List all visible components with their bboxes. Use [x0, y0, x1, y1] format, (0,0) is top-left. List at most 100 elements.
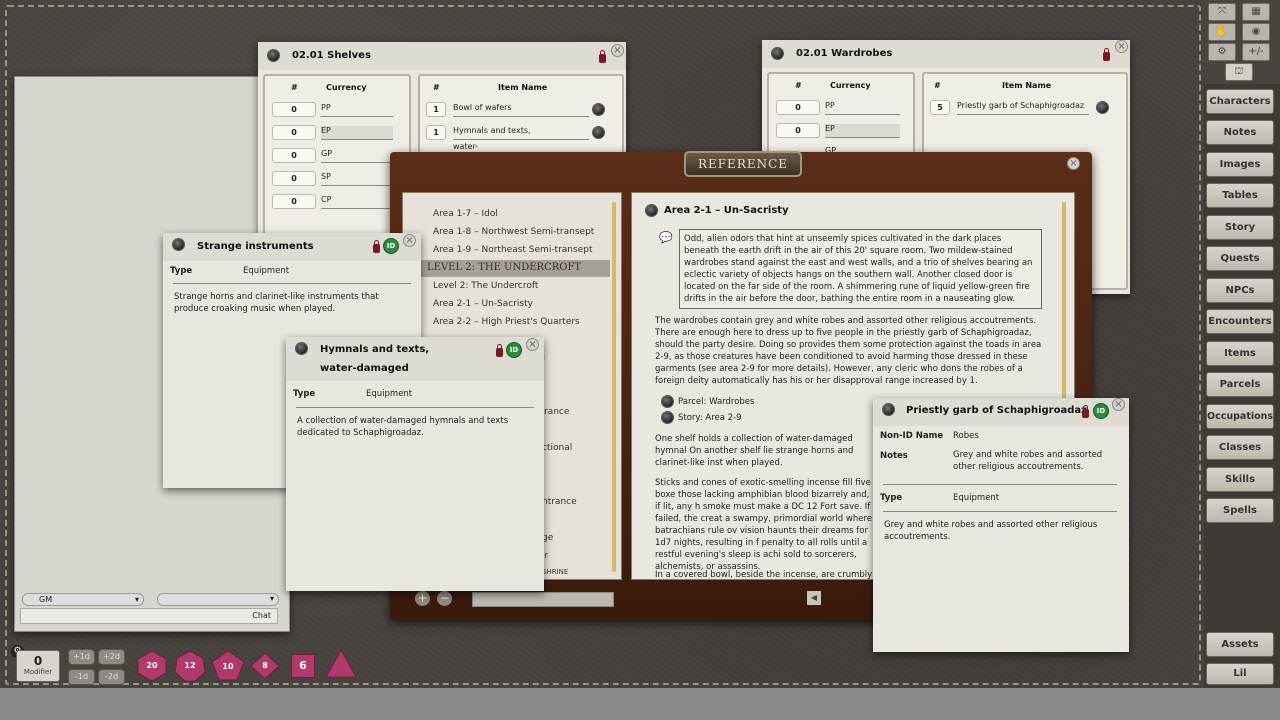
lock-icon[interactable] [1082, 405, 1089, 418]
currency-qty[interactable]: 0 [272, 148, 316, 163]
close-icon[interactable]: × [403, 234, 416, 247]
currency-name[interactable]: EP [825, 124, 900, 138]
chat-send-label[interactable]: Chat [252, 611, 271, 620]
currency-qty[interactable]: 0 [272, 125, 316, 140]
sidebar-items[interactable]: Items [1206, 341, 1274, 366]
content-scrollbar[interactable] [1062, 202, 1066, 402]
index-item[interactable]: Area 2-1 – Un-Sacristy [433, 299, 533, 309]
add-2d-button[interactable]: +2d [98, 649, 125, 665]
window-menu-icon[interactable] [268, 50, 279, 61]
sidebar-story[interactable]: Story [1206, 215, 1274, 240]
link-icon[interactable] [662, 412, 673, 423]
item-qty[interactable]: 1 [426, 102, 446, 117]
page-back-icon[interactable]: ◀ [807, 591, 821, 605]
sidebar-skills[interactable]: Skills [1206, 467, 1274, 492]
window-menu-icon[interactable] [296, 343, 307, 354]
d20-icon[interactable]: 20 [136, 650, 168, 682]
link-icon[interactable] [646, 205, 657, 216]
item-link-icon[interactable] [593, 104, 604, 115]
currency-name[interactable]: PP [321, 103, 393, 117]
sidebar-characters[interactable]: Characters [1206, 89, 1274, 114]
index-section-header[interactable]: LEVEL 2: THE UNDERCROFT [420, 260, 610, 277]
chat-input[interactable]: Chat [20, 608, 278, 624]
reference-title-plate[interactable]: REFERENCE [684, 151, 802, 177]
index-item[interactable]: Area 1-8 – Northwest Semi-transept [433, 227, 594, 237]
sidebar-classes[interactable]: Classes [1206, 435, 1274, 460]
sidebar-occupations[interactable]: Occupations [1206, 404, 1274, 429]
story-link[interactable]: Story: Area 2-9 [678, 412, 742, 424]
index-item[interactable]: Area 1-9 – Northeast Semi-transept [433, 245, 592, 255]
lock-icon[interactable] [599, 50, 606, 63]
sidebar-quests[interactable]: Quests [1206, 246, 1274, 271]
close-icon[interactable]: × [1067, 157, 1080, 170]
sidebar-library[interactable]: Lil [1206, 663, 1274, 685]
close-icon[interactable]: × [1112, 398, 1125, 411]
item-name[interactable]: Bowl of wafers [453, 103, 589, 117]
d4-icon[interactable] [325, 648, 357, 679]
index-scrollbar[interactable] [612, 202, 616, 572]
minus-2d-button[interactable]: -2d [98, 669, 125, 685]
gear-icon[interactable]: ⚙ [1208, 43, 1236, 61]
lock-icon[interactable] [496, 344, 503, 357]
notes-value[interactable]: Grey and white robes and assorted other … [953, 449, 1113, 473]
sidebar-npcs[interactable]: NPCs [1206, 278, 1274, 303]
speech-bubble-icon[interactable]: 💬 [659, 231, 673, 244]
minus-1d-button[interactable]: -1d [68, 669, 95, 685]
language-select[interactable]: ▾ [157, 593, 279, 606]
window-menu-icon[interactable] [883, 404, 894, 415]
d10-icon[interactable]: 10 [211, 650, 245, 682]
window-menu-icon[interactable] [173, 239, 184, 250]
item-name[interactable]: Hymnals and texts, [453, 126, 589, 140]
close-icon[interactable]: × [526, 338, 539, 351]
index-item[interactable]: Level 2: The Undercroft [433, 281, 538, 291]
currency-name[interactable]: EP [321, 126, 393, 140]
index-item-partial[interactable]: ctional [542, 443, 572, 453]
currency-name[interactable]: SP [321, 172, 393, 186]
plus-minus-icon[interactable]: +/- [1242, 43, 1270, 61]
sidebar-encounters[interactable]: Encounters [1206, 309, 1274, 334]
index-item-partial[interactable]: rance [544, 407, 569, 417]
sidebar-notes[interactable]: Notes [1206, 120, 1274, 145]
currency-qty[interactable]: 0 [272, 102, 316, 117]
zoom-in-icon[interactable]: + [415, 591, 430, 606]
close-icon[interactable]: × [611, 44, 624, 57]
parcel-link[interactable]: Parcel: Wardrobes [678, 396, 754, 408]
window-menu-icon[interactable] [772, 48, 783, 59]
zoom-out-icon[interactable]: − [437, 591, 452, 606]
lock-icon[interactable] [373, 240, 380, 253]
index-item[interactable]: Area 2-2 – High Priest's Quarters [433, 317, 580, 327]
eye-icon[interactable]: ◉ [1242, 23, 1270, 41]
d6-icon[interactable]: 6 [291, 654, 315, 678]
sidebar-images[interactable]: Images [1206, 152, 1274, 177]
grid-icon[interactable]: ▦ [1242, 3, 1270, 21]
sidebar-assets[interactable]: Assets [1206, 632, 1274, 657]
currency-qty[interactable]: 0 [272, 171, 316, 186]
d12-icon[interactable]: 12 [174, 650, 206, 682]
add-1d-button[interactable]: +1d [68, 649, 95, 665]
sidebar-parcels[interactable]: Parcels [1206, 372, 1274, 397]
sidebar-spells[interactable]: Spells [1206, 498, 1274, 523]
id-badge[interactable]: ID [384, 239, 398, 253]
index-item-partial[interactable]: SHRINE [542, 568, 568, 576]
speaker-select[interactable]: GM ▾ [22, 593, 144, 606]
close-icon[interactable]: × [1115, 40, 1128, 53]
modifier-box[interactable]: 0 Modifier [16, 650, 60, 682]
lock-icon[interactable] [1103, 48, 1110, 61]
currency-qty[interactable]: 0 [776, 100, 820, 115]
id-badge[interactable]: ID [1094, 404, 1108, 418]
currency-qty[interactable]: 0 [776, 123, 820, 138]
index-item-partial[interactable]: ntrance [542, 497, 577, 507]
search-input[interactable] [472, 592, 614, 607]
tokens-icon[interactable]: ⤧ [1208, 3, 1236, 21]
id-badge[interactable]: ID [507, 343, 521, 357]
link-icon[interactable] [662, 396, 673, 407]
lighting-icon[interactable]: ⛫ [1225, 63, 1253, 81]
currency-qty[interactable]: 0 [272, 194, 316, 209]
item-link-icon[interactable] [593, 127, 604, 138]
nonid-value[interactable]: Robes [953, 431, 979, 441]
currency-name[interactable]: CP [321, 195, 393, 209]
d8-icon[interactable]: 8 [250, 652, 280, 680]
item-name[interactable]: Priestly garb of Schaphigroadaz [957, 101, 1089, 115]
currency-name[interactable]: PP [825, 101, 900, 115]
hand-icon[interactable]: ✋ [1208, 23, 1236, 41]
